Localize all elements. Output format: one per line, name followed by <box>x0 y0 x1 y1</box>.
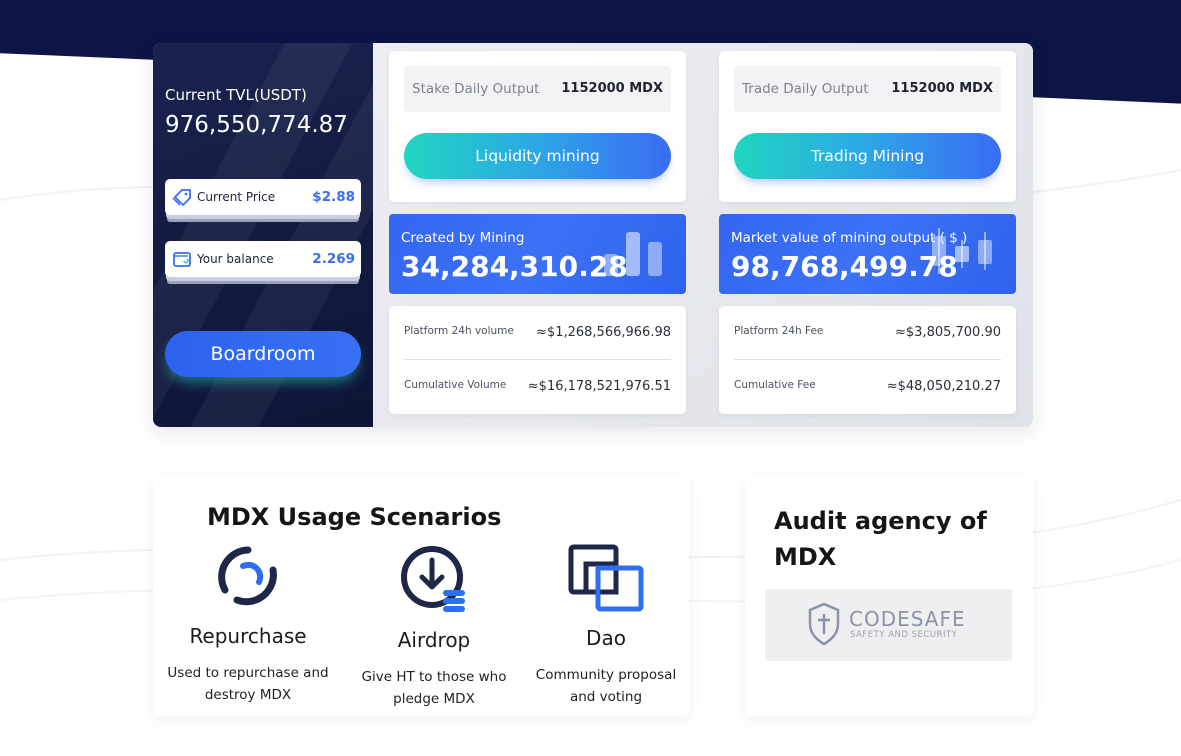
fee-stats-card: Platform 24h Fee ≈$3,805,700.90 Cumulati… <box>719 306 1016 414</box>
cumulative-fee-label: Cumulative Fee <box>734 379 816 391</box>
cumulative-volume-label: Cumulative Volume <box>404 379 507 391</box>
repurchase-icon <box>218 546 277 606</box>
dao-desc: Community proposal and voting <box>535 667 677 705</box>
tvl-value: 976,550,774.87 <box>165 112 348 138</box>
usage-scenarios-title: MDX Usage Scenarios <box>207 503 502 531</box>
dao-icon <box>568 544 644 612</box>
airdrop-desc: Give HT to those who pledge MDX <box>361 669 507 707</box>
trade-output-label: Trade Daily Output <box>742 81 869 97</box>
dashboard-panel: Current TVL(USDT) 976,550,774.87 Current… <box>153 43 1033 427</box>
stake-output-box: Stake Daily Output 1152000 MDX <box>404 66 671 112</box>
balance-value: 2.269 <box>312 251 355 267</box>
repurchase-title: Repurchase <box>189 624 307 648</box>
current-price-label: Current Price <box>197 190 276 204</box>
current-price-card: Current Price $2.88 <box>165 179 361 215</box>
trade-output-value: 1152000 MDX <box>891 81 993 96</box>
balance-card: Your balance 2.269 <box>165 241 361 277</box>
tvl-panel: Current TVL(USDT) 976,550,774.87 Current… <box>153 43 373 427</box>
trading-mining-button[interactable]: Trading Mining <box>734 133 1001 179</box>
codesafe-logo[interactable]: CODESAFE SAFETY AND SECURITY <box>765 589 1012 661</box>
stake-output-label: Stake Daily Output <box>412 81 540 97</box>
shield-icon <box>808 602 840 646</box>
trade-output-card: Trade Daily Output 1152000 MDX Trading M… <box>719 51 1016 202</box>
audit-agency-card: Audit agency of MDX CODESAFE SAFETY AND … <box>745 476 1033 716</box>
platform-volume-label: Platform 24h volume <box>404 325 514 337</box>
divider <box>404 359 671 360</box>
created-by-mining-card: Created by Mining 34,284,310.28 <box>389 214 686 294</box>
created-by-mining-value: 34,284,310.28 <box>401 250 628 283</box>
liquidity-mining-button[interactable]: Liquidity mining <box>404 133 671 179</box>
cumulative-volume-value: ≈$16,178,521,976.51 <box>527 379 671 394</box>
trade-output-box: Trade Daily Output 1152000 MDX <box>734 66 1001 112</box>
codesafe-brand: CODESAFE <box>849 607 966 631</box>
market-value-value: 98,768,499.78 <box>731 250 958 283</box>
volume-stats-card: Platform 24h volume ≈$1,268,566,966.98 C… <box>389 306 686 414</box>
stake-output-value: 1152000 MDX <box>561 81 663 96</box>
platform-fee-value: ≈$3,805,700.90 <box>895 325 1001 340</box>
repurchase-desc: Used to repurchase and destroy MDX <box>167 665 329 703</box>
codesafe-tagline: SAFETY AND SECURITY <box>850 630 958 640</box>
current-price-value: $2.88 <box>312 189 355 205</box>
scenario-repurchase: Repurchase Used to repurchase and destro… <box>163 544 333 706</box>
airdrop-title: Airdrop <box>397 628 471 652</box>
platform-volume-value: ≈$1,268,566,966.98 <box>536 325 671 340</box>
airdrop-icon <box>401 546 465 612</box>
market-value-label: Market value of mining output ( $ ) <box>731 230 968 246</box>
usage-scenarios-card: MDX Usage Scenarios Repurchase Used to r… <box>153 476 689 716</box>
scenario-dao: Dao Community proposal and voting <box>521 544 691 708</box>
dao-title: Dao <box>586 626 626 650</box>
cumulative-fee-value: ≈$48,050,210.27 <box>886 379 1001 394</box>
scenario-airdrop: Airdrop Give HT to those who pledge MDX <box>349 544 519 710</box>
created-by-mining-label: Created by Mining <box>401 230 525 246</box>
market-value-card: Market value of mining output ( $ ) 98,7… <box>719 214 1016 294</box>
tvl-label: Current TVL(USDT) <box>165 86 307 104</box>
audit-agency-title: Audit agency of MDX <box>774 507 987 571</box>
boardroom-button[interactable]: Boardroom <box>165 331 361 377</box>
stake-output-card: Stake Daily Output 1152000 MDX Liquidity… <box>389 51 686 202</box>
balance-label: Your balance <box>197 252 274 266</box>
divider <box>734 359 1001 360</box>
price-tag-icon <box>172 189 191 206</box>
wallet-icon <box>173 252 191 267</box>
platform-fee-label: Platform 24h Fee <box>734 325 824 337</box>
